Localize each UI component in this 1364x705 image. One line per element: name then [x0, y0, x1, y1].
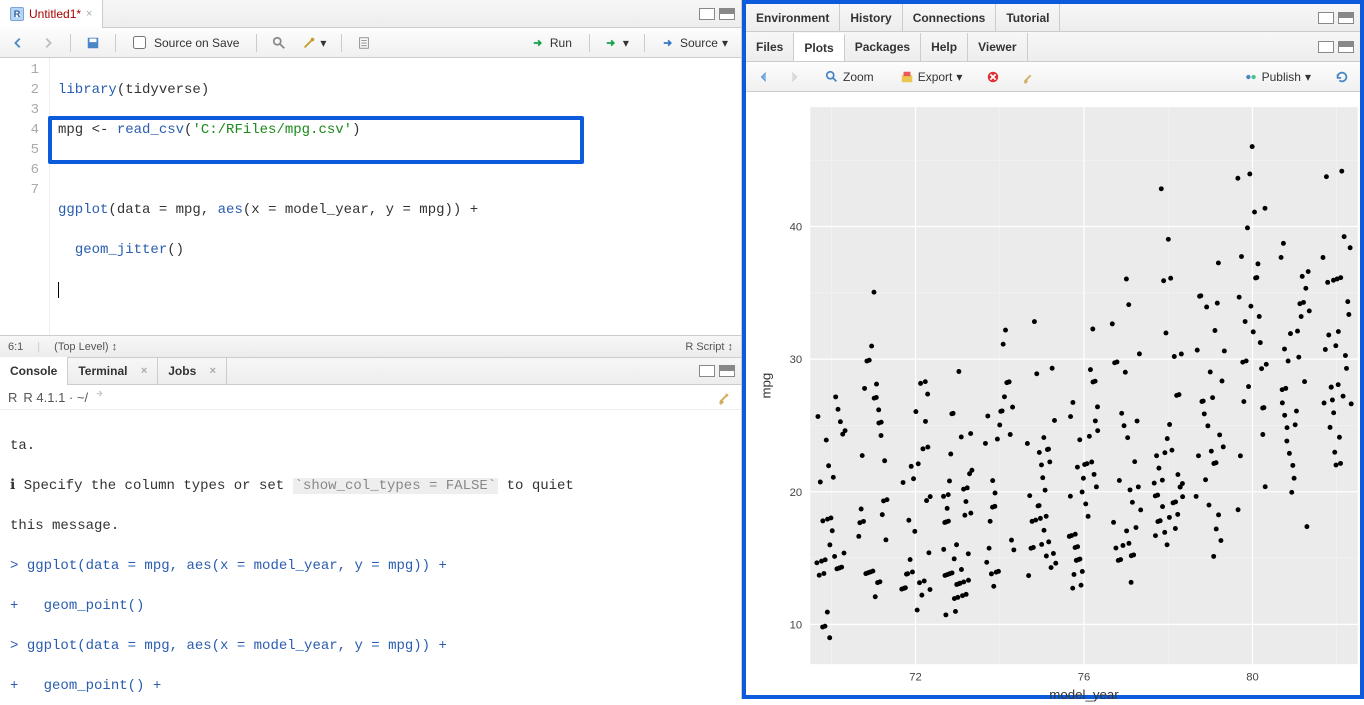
tab-jobs[interactable]: Jobs × — [158, 357, 227, 385]
env-tab-bar: Environment History Connections Tutorial — [746, 4, 1360, 32]
rerun-icon[interactable]: ▾ — [600, 33, 634, 53]
clear-plots-icon[interactable] — [1017, 67, 1041, 87]
tab-viewer[interactable]: Viewer — [968, 33, 1027, 61]
console-output[interactable]: ta. ℹ Specify the column types or set `s… — [0, 410, 741, 699]
save-icon[interactable] — [81, 33, 105, 53]
tab-console[interactable]: Console — [0, 357, 68, 385]
source-button[interactable]: Source ▾ — [655, 33, 735, 53]
source-toolbar: Source on Save ▾ Run ▾ Source ▾ — [0, 28, 741, 58]
maximize-pane-icon[interactable] — [719, 8, 735, 20]
cursor-position: 6:1 — [8, 341, 23, 353]
tab-help[interactable]: Help — [921, 33, 968, 61]
source-on-save-checkbox[interactable]: Source on Save — [126, 33, 246, 53]
tab-packages[interactable]: Packages — [845, 33, 921, 61]
svg-text:mpg: mpg — [758, 373, 773, 399]
line-gutter: 1234567 — [0, 58, 50, 335]
code-editor[interactable]: 1234567 library(tidyverse) mpg <- read_c… — [0, 58, 741, 335]
minimize-console-icon[interactable] — [699, 365, 715, 377]
remove-plot-icon[interactable] — [981, 67, 1005, 87]
close-tab-icon[interactable]: × — [86, 8, 92, 20]
file-tab-title: Untitled1* — [29, 7, 81, 21]
find-icon[interactable] — [267, 33, 291, 53]
svg-text:40: 40 — [790, 222, 803, 234]
tab-environment[interactable]: Environment — [746, 4, 840, 32]
r-logo-icon: R — [8, 390, 17, 405]
zoom-button[interactable]: Zoom — [818, 67, 881, 87]
wand-icon[interactable]: ▾ — [297, 33, 331, 53]
tab-terminal[interactable]: Terminal × — [68, 357, 158, 385]
tab-plots[interactable]: Plots — [794, 33, 844, 61]
back-icon[interactable] — [6, 33, 30, 53]
next-plot-icon[interactable] — [782, 67, 806, 87]
r-file-icon: R — [10, 7, 24, 21]
text-cursor-icon — [58, 282, 59, 298]
minimize-plot-icon[interactable] — [1318, 41, 1334, 53]
export-button[interactable]: Export ▾ — [893, 67, 970, 87]
code-area[interactable]: library(tidyverse) mpg <- read_csv('C:/R… — [50, 58, 741, 335]
tab-files[interactable]: Files — [746, 33, 794, 61]
svg-text:20: 20 — [790, 487, 803, 499]
svg-text:72: 72 — [909, 671, 922, 683]
svg-text:model_year: model_year — [1049, 687, 1119, 702]
plot-tab-bar: Files Plots Packages Help Viewer — [746, 32, 1360, 62]
tab-tutorial[interactable]: Tutorial — [996, 4, 1060, 32]
refresh-icon[interactable] — [1330, 67, 1354, 87]
forward-icon[interactable] — [36, 33, 60, 53]
svg-text:76: 76 — [1078, 671, 1091, 683]
broom-icon[interactable] — [717, 389, 733, 405]
plot-canvas: 72768010203040model_yearmpg — [746, 92, 1360, 695]
popout-icon[interactable] — [94, 390, 108, 404]
scope-selector[interactable]: (Top Level) ↕ — [54, 341, 117, 353]
maximize-console-icon[interactable] — [719, 365, 735, 377]
console-tab-bar: Console Terminal × Jobs × — [0, 357, 741, 385]
minimize-pane-icon[interactable] — [699, 8, 715, 20]
tab-history[interactable]: History — [840, 4, 902, 32]
svg-text:10: 10 — [790, 619, 803, 631]
tab-connections[interactable]: Connections — [903, 4, 997, 32]
file-tab[interactable]: R Untitled1* × — [0, 0, 103, 28]
svg-text:80: 80 — [1246, 671, 1259, 683]
editor-status-bar: 6:1 | (Top Level) ↕ R Script ↕ — [0, 335, 741, 357]
prev-plot-icon[interactable] — [752, 67, 776, 87]
plot-toolbar: Zoom Export ▾ Publish ▾ — [746, 62, 1360, 92]
maximize-env-icon[interactable] — [1338, 12, 1354, 24]
notebook-icon[interactable] — [352, 33, 376, 53]
language-selector[interactable]: R Script ↕ — [685, 341, 733, 353]
console-header: R R 4.1.1 · ~/ — [0, 385, 741, 410]
publish-button[interactable]: Publish ▾ — [1237, 67, 1318, 87]
run-button[interactable]: Run — [525, 33, 579, 53]
minimize-env-icon[interactable] — [1318, 12, 1334, 24]
r-version: R 4.1.1 · ~/ — [23, 390, 88, 405]
maximize-plot-icon[interactable] — [1338, 41, 1354, 53]
source-tab-bar: R Untitled1* × — [0, 0, 741, 28]
svg-text:30: 30 — [790, 354, 803, 366]
